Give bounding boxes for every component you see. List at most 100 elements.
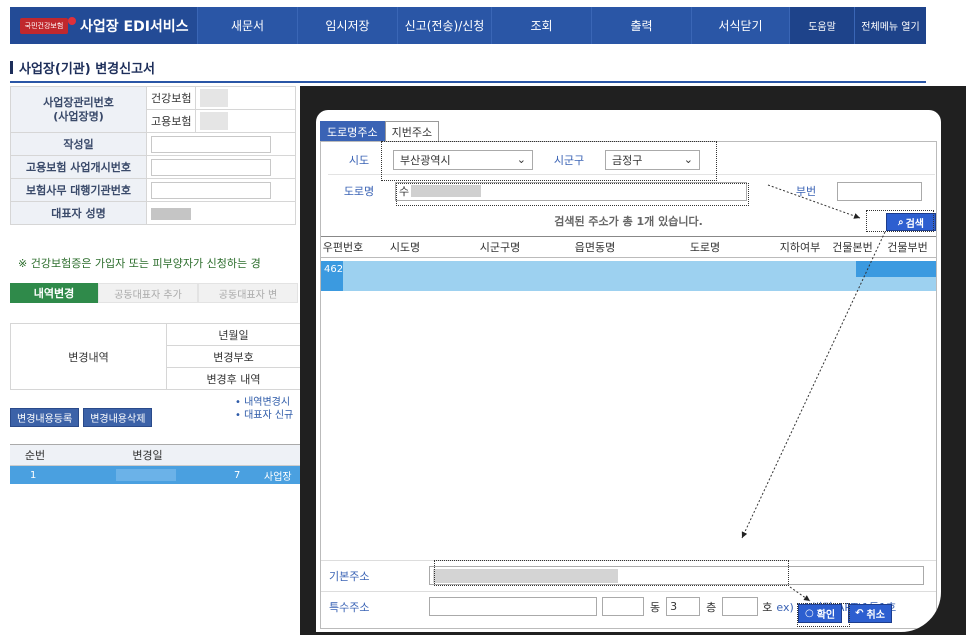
tab-lot-address[interactable]: 지번주소 — [384, 121, 440, 141]
employment-mgmt-no-field[interactable] — [195, 109, 297, 133]
page-title: 사업장(기관) 변경신고서 — [10, 58, 155, 77]
grid-col-date: 변경일 — [132, 449, 163, 462]
confirm-label: 확인 — [816, 610, 836, 621]
address-tabs: 도로명주소 지번주소 — [320, 121, 440, 141]
emp-start-no-input[interactable] — [151, 158, 271, 176]
write-date-input[interactable] — [151, 135, 271, 153]
page-title-text: 사업장(기관) 변경신고서 — [19, 62, 156, 77]
cancel-button[interactable]: ↶ 취소 — [848, 604, 892, 623]
basic-address-label: 기본주소 — [329, 569, 370, 583]
brand[interactable]: 국민건강보험 사업장 EDI서비스 — [10, 7, 197, 44]
road-name-input[interactable]: 수 — [395, 181, 747, 201]
agency-no-input[interactable] — [151, 181, 271, 199]
delete-change-button[interactable]: 변경내용삭제 — [83, 408, 153, 427]
health-insurance-label: 건강보험 — [145, 86, 197, 110]
table-row[interactable]: 462 — [321, 261, 936, 291]
special-address-label: 특수주소 — [329, 600, 370, 614]
emp-start-no-field[interactable] — [145, 155, 297, 179]
result-zip: 462 — [321, 261, 343, 291]
tab-road-address[interactable]: 도로명주소 — [320, 121, 385, 141]
confirm-icon: ○ — [805, 608, 814, 619]
nhis-logo: 국민건강보험 — [20, 17, 68, 34]
bunji-label: 부번 — [795, 185, 817, 198]
menu-print[interactable]: 출력 — [591, 7, 691, 44]
dong-label: 동 — [650, 600, 661, 614]
basic-address-row: 기본주소 — [321, 560, 936, 590]
result-table-header: 우편번호 시도명 시군구명 읍면동명 도로명 지하여부 건물본번 건물부번 — [321, 236, 936, 258]
road-row: 도로명 수 부번 — [328, 177, 935, 205]
address-search-dialog: 도로명주소 지번주소 시도 부산광역시 ⌄ 시군구 금정구 ⌄ 도로명 수 부번… — [316, 110, 941, 632]
health-mgmt-no-field[interactable] — [195, 86, 297, 110]
grid-row-text: 사업장 — [264, 471, 292, 483]
hint-text: • 내역변경시 • 대표자 신규 — [235, 396, 293, 422]
sido-label: 시도 — [348, 153, 370, 167]
col-main-no: 건물본번 — [832, 241, 873, 254]
representative-label: 대표자 성명 — [10, 201, 147, 225]
grid-row-code: 7 — [234, 469, 241, 481]
search-button[interactable]: ⌕ 검색 — [886, 213, 936, 231]
employment-insurance-label: 고용보험 — [145, 109, 197, 133]
floor-label: 층 — [706, 600, 717, 614]
change-tabs: 내역변경 공동대표자 추가 공동대표자 변 — [10, 283, 298, 303]
change-buttons: 변경내용등록 변경내용삭제 — [10, 408, 153, 427]
change-after-label: 변경후 내역 — [166, 367, 301, 390]
undo-icon: ↶ — [855, 608, 864, 619]
redacted-block — [411, 185, 482, 197]
all-menu-button[interactable]: 전체메뉴 열기 — [854, 7, 926, 44]
write-date-field[interactable] — [145, 132, 297, 156]
sido-value: 부산광역시 — [400, 153, 451, 167]
bunji-input[interactable] — [837, 181, 922, 201]
tab-change-co-representative[interactable]: 공동대표자 변 — [198, 283, 298, 303]
representative-field[interactable] — [145, 201, 297, 225]
redacted-block — [151, 207, 191, 220]
notice-text: ※ 건강보험증은 가입자 또는 피부양자가 신청하는 경 — [18, 257, 261, 270]
ho-label: 호 — [762, 600, 773, 614]
change-details-table: 변경내역 년월일 변경부호 변경후 내역 — [10, 323, 301, 390]
ho-input[interactable] — [722, 597, 759, 616]
road-label: 도로명 — [343, 185, 375, 198]
hint-line-2: • 대표자 신규 — [235, 410, 294, 421]
col-road: 도로명 — [689, 241, 721, 254]
sido-select[interactable]: 부산광역시 ⌄ — [393, 149, 533, 170]
grid-col-seq: 순번 — [24, 449, 46, 462]
agency-no-label: 보험사무 대행기관번호 — [10, 178, 147, 202]
chevron-down-icon: ⌄ — [516, 153, 526, 166]
menu-new-document[interactable]: 새문서 — [197, 7, 297, 44]
sigungu-select[interactable]: 금정구 ⌄ — [605, 149, 700, 170]
menu-temp-save[interactable]: 임시저장 — [297, 7, 397, 44]
col-eupmyeondong: 읍면동명 — [574, 241, 616, 254]
search-button-label: 검색 — [905, 218, 924, 230]
help-button[interactable]: 도움말 — [789, 7, 854, 44]
register-change-button[interactable]: 변경내용등록 — [10, 408, 80, 427]
menu-close-form[interactable]: 서식닫기 — [691, 7, 789, 44]
confirm-button[interactable]: ○ 확인 — [798, 604, 843, 623]
road-name-value: 수 — [399, 185, 410, 198]
floor-value: 3 — [670, 600, 678, 613]
change-date-label: 년월일 — [166, 323, 301, 346]
menu-inquiry[interactable]: 조회 — [491, 7, 591, 44]
dong-input[interactable] — [602, 597, 644, 616]
table-row[interactable]: 1 7 사업장 — [10, 466, 300, 484]
redacted-block — [200, 112, 229, 130]
basic-address-input[interactable] — [429, 566, 924, 585]
tab-change-details[interactable]: 내역변경 — [10, 283, 98, 303]
cancel-label: 취소 — [866, 610, 885, 621]
special-address-input[interactable] — [429, 597, 597, 616]
change-code-label: 변경부호 — [166, 345, 301, 368]
sigungu-label: 시군구 — [553, 153, 585, 167]
menu-submit[interactable]: 신고(전송)/신청 — [397, 7, 491, 44]
chevron-down-icon: ⌄ — [683, 153, 693, 166]
result-count-text: 검색된 주소가 총 1개 있습니다. — [554, 215, 703, 228]
title-bar-marker — [10, 61, 13, 74]
agency-no-field[interactable] — [145, 178, 297, 202]
tab-add-co-representative[interactable]: 공동대표자 추가 — [98, 283, 198, 303]
sigungu-value: 금정구 — [612, 153, 643, 167]
emp-start-no-label: 고용보험 사업개시번호 — [10, 155, 147, 179]
col-sigungu: 시군구명 — [479, 241, 521, 254]
grid-row-date — [56, 469, 234, 481]
title-divider — [10, 81, 926, 83]
floor-input[interactable]: 3 — [666, 597, 701, 616]
redacted-block — [433, 568, 618, 583]
top-bar: 국민건강보험 사업장 EDI서비스 새문서 임시저장 신고(전송)/신청 조회 … — [0, 0, 966, 48]
app-title: 사업장 EDI서비스 — [80, 18, 189, 35]
